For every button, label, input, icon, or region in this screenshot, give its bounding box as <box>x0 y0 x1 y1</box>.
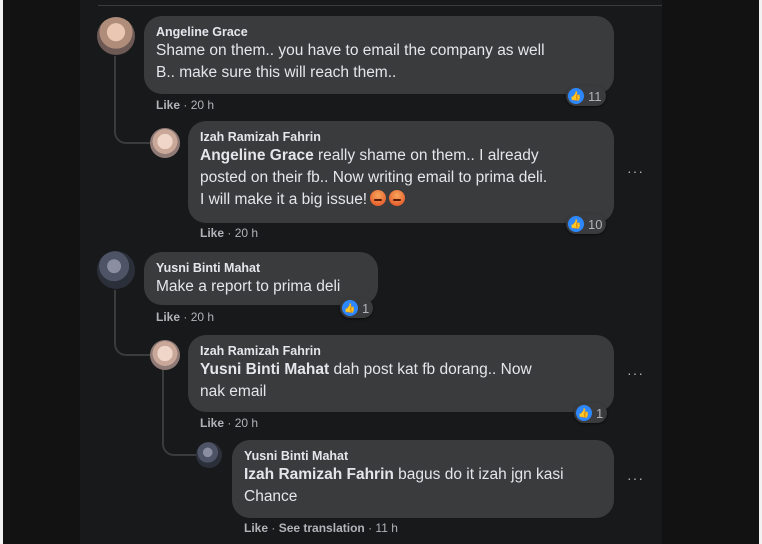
mention-link[interactable]: Yusni Binti Mahat <box>200 361 329 378</box>
more-options-icon[interactable]: ··· <box>627 470 644 486</box>
reaction-count[interactable]: 👍 1 <box>574 403 608 423</box>
more-options-icon[interactable]: ··· <box>627 365 644 381</box>
mention-link[interactable]: Izah Ramizah Fahrin <box>244 466 394 483</box>
like-link[interactable]: Like <box>156 310 180 324</box>
comment-text: Izah Ramizah Fahrin bagus do it izah jgn… <box>244 466 564 505</box>
comment-author[interactable]: Yusni Binti Mahat <box>244 448 602 464</box>
more-options-icon[interactable]: ··· <box>627 163 644 179</box>
like-link[interactable]: Like <box>244 521 268 535</box>
left-edge <box>0 0 3 544</box>
like-link[interactable]: Like <box>200 226 224 240</box>
comment-bubble: Izah Ramizah Fahrin Yusni Binti Mahat da… <box>188 335 614 412</box>
comment-text: Angeline Grace really shame on them.. I … <box>200 147 548 208</box>
comment-author[interactable]: Yusni Binti Mahat <box>156 260 366 276</box>
comment-bubble: Izah Ramizah Fahrin Angeline Grace reall… <box>188 121 614 223</box>
comment-meta: Like · 20 h <box>200 226 258 240</box>
separator: · <box>368 521 373 535</box>
comment-bubble: Yusni Binti Mahat Make a report to prima… <box>144 252 378 305</box>
thumbs-up-icon: 👍 <box>568 216 584 232</box>
separator: · <box>183 310 188 324</box>
comment-meta: Like · 20 h <box>156 310 214 324</box>
comment-text: Make a report to prima deli <box>156 278 341 295</box>
timestamp[interactable]: 20 h <box>235 416 258 430</box>
comment-text: Yusni Binti Mahat dah post kat fb dorang… <box>200 361 532 400</box>
timestamp[interactable]: 11 h <box>375 521 397 535</box>
avatar[interactable] <box>150 340 180 370</box>
reply-thread-line <box>114 290 152 356</box>
comment-text: Shame on them.. you have to email the co… <box>156 42 545 81</box>
reaction-count[interactable]: 👍 10 <box>566 214 607 234</box>
timestamp[interactable]: 20 h <box>191 98 214 112</box>
thumbs-up-icon: 👍 <box>342 300 358 316</box>
comment-meta: Like · 20 h <box>156 98 214 112</box>
separator: · <box>227 416 232 430</box>
separator: · <box>227 226 232 240</box>
separator: · <box>183 98 188 112</box>
comment-meta: Like · 20 h <box>200 416 258 430</box>
separator: · <box>271 521 276 535</box>
comment-author[interactable]: Izah Ramizah Fahrin <box>200 129 602 145</box>
comment-author[interactable]: Izah Ramizah Fahrin <box>200 343 602 359</box>
mention-link[interactable]: Angeline Grace <box>200 147 314 164</box>
see-translation-link[interactable]: See translation <box>279 521 365 535</box>
comment-author[interactable]: Angeline Grace <box>156 24 602 40</box>
avatar[interactable] <box>97 251 135 289</box>
comment-meta: Like · See translation · 11 h <box>244 521 398 535</box>
reaction-count[interactable]: 👍 11 <box>566 86 606 106</box>
angry-face-icon <box>370 190 387 206</box>
avatar[interactable] <box>97 17 135 55</box>
divider <box>98 5 662 6</box>
avatar[interactable] <box>196 442 222 468</box>
thumbs-up-icon: 👍 <box>576 405 592 421</box>
thumbs-up-icon: 👍 <box>568 88 584 104</box>
comment-bubble: Angeline Grace Shame on them.. you have … <box>144 16 614 94</box>
timestamp[interactable]: 20 h <box>191 310 214 324</box>
timestamp[interactable]: 20 h <box>235 226 258 240</box>
like-link[interactable]: Like <box>156 98 180 112</box>
angry-face-icon <box>389 190 406 206</box>
comment-bubble: Yusni Binti Mahat Izah Ramizah Fahrin ba… <box>232 440 614 518</box>
reaction-count[interactable]: 👍 1 <box>340 298 374 318</box>
like-link[interactable]: Like <box>200 416 224 430</box>
avatar[interactable] <box>150 128 180 158</box>
